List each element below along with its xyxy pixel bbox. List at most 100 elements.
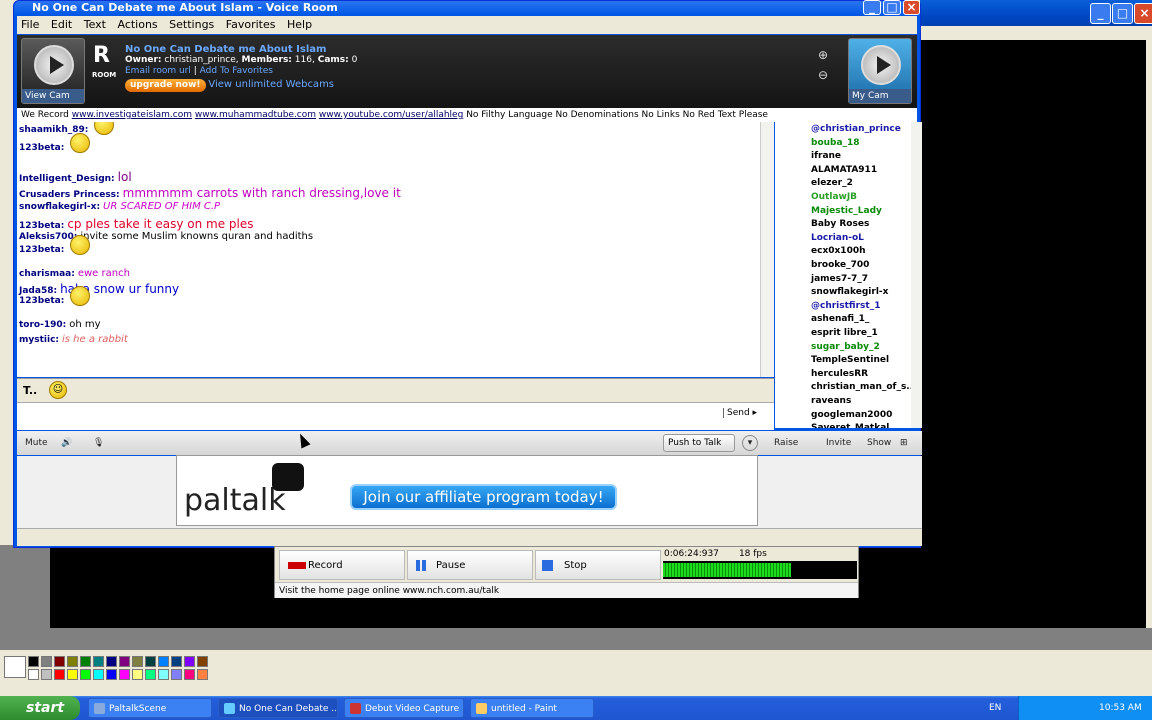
palette-swatch[interactable] bbox=[41, 656, 52, 667]
palette-swatch[interactable] bbox=[171, 669, 182, 680]
palette-swatch[interactable] bbox=[28, 656, 39, 667]
user-list-item[interactable]: @christian_prince bbox=[811, 124, 901, 134]
user-list-scrollbar[interactable] bbox=[911, 122, 922, 428]
user-list-item[interactable]: Baby Roses bbox=[811, 219, 869, 229]
close-icon[interactable]: × bbox=[903, 0, 920, 15]
chat-nick[interactable]: 123beta: bbox=[19, 143, 64, 153]
user-list-item[interactable]: ecx0x100h bbox=[811, 246, 866, 256]
microphone-icon[interactable]: 🎙 bbox=[93, 435, 104, 451]
minimize-icon[interactable]: _ bbox=[1090, 3, 1111, 24]
zoom-out-icon[interactable]: ⊖ bbox=[818, 65, 828, 85]
show-button[interactable]: Show bbox=[867, 435, 891, 451]
chevron-down-icon[interactable]: ▾ bbox=[742, 435, 758, 451]
current-color-swatch[interactable] bbox=[4, 656, 26, 678]
palette-swatch[interactable] bbox=[184, 656, 195, 667]
palette-swatch[interactable] bbox=[197, 656, 208, 667]
raise-hand-button[interactable]: Raise bbox=[774, 435, 798, 451]
send-button[interactable]: Send ▸ bbox=[723, 408, 757, 418]
task-voice-room[interactable]: No One Can Debate ... bbox=[218, 698, 338, 718]
upgrade-button[interactable]: upgrade now! bbox=[125, 79, 206, 92]
emoticon-button[interactable]: ☺ bbox=[49, 381, 67, 399]
task-paint[interactable]: untitled - Paint bbox=[470, 698, 594, 718]
user-list-item[interactable]: james7-7_7 bbox=[811, 274, 868, 284]
user-list-item[interactable]: esprit libre_1 bbox=[811, 328, 878, 338]
user-list-item[interactable]: @christfirst_1 bbox=[811, 301, 880, 311]
palette-swatch[interactable] bbox=[106, 669, 117, 680]
user-list-item[interactable]: snowflakegirl-x bbox=[811, 287, 888, 297]
stop-button[interactable]: Stop bbox=[535, 550, 661, 580]
user-list-item[interactable]: ashenafi_1_ bbox=[811, 314, 869, 324]
my-cam-button[interactable]: My Cam bbox=[848, 38, 912, 104]
palette-swatch[interactable] bbox=[158, 669, 169, 680]
palette-swatch[interactable] bbox=[132, 669, 143, 680]
palette-swatch[interactable] bbox=[80, 656, 91, 667]
palette-swatch[interactable] bbox=[145, 669, 156, 680]
paint-canvas[interactable] bbox=[920, 40, 1146, 630]
view-cam-button[interactable]: View Cam bbox=[21, 38, 85, 104]
zoom-in-icon[interactable]: ⊕ bbox=[818, 45, 828, 65]
menu-text[interactable]: Text bbox=[84, 18, 106, 31]
chat-nick[interactable]: Intelligent_Design: bbox=[19, 174, 115, 184]
chat-log[interactable]: shaamikh_89: 123beta: Intelligent_Design: l… bbox=[17, 122, 760, 377]
start-button[interactable]: start bbox=[0, 696, 80, 720]
chat-nick[interactable]: 123beta: bbox=[19, 221, 64, 231]
menu-help[interactable]: Help bbox=[287, 18, 312, 31]
user-list-item[interactable]: ALAMATA911 bbox=[811, 165, 877, 175]
palette-swatch[interactable] bbox=[80, 669, 91, 680]
chat-nick[interactable]: mystiic: bbox=[19, 335, 59, 345]
palette-swatch[interactable] bbox=[171, 656, 182, 667]
menu-edit[interactable]: Edit bbox=[51, 18, 72, 31]
palette-swatch[interactable] bbox=[119, 656, 130, 667]
chat-nick[interactable]: Crusaders Princess: bbox=[19, 190, 120, 200]
user-list-item[interactable]: Locrian-oL bbox=[811, 233, 864, 243]
palette-swatch[interactable] bbox=[132, 656, 143, 667]
email-room-link[interactable]: Email room url bbox=[125, 66, 191, 76]
announce-link[interactable]: www.investigateislam.com bbox=[72, 110, 192, 120]
palette-swatch[interactable] bbox=[93, 656, 104, 667]
push-to-talk-button[interactable]: Push to Talk bbox=[663, 434, 735, 452]
chat-nick[interactable]: 123beta: bbox=[19, 296, 64, 306]
chat-scrollbar[interactable] bbox=[760, 122, 774, 377]
task-debut[interactable]: Debut Video Capture ... bbox=[344, 698, 464, 718]
palette-swatch[interactable] bbox=[145, 656, 156, 667]
chat-nick[interactable]: 123beta: bbox=[19, 245, 64, 255]
invite-button[interactable]: Invite bbox=[826, 435, 851, 451]
palette-swatch[interactable] bbox=[158, 656, 169, 667]
menu-settings[interactable]: Settings bbox=[169, 18, 214, 31]
user-list-item[interactable]: herculesRR bbox=[811, 369, 868, 379]
user-list-item[interactable]: Majestic_Lady bbox=[811, 206, 882, 216]
chat-nick[interactable]: toro-190: bbox=[19, 320, 66, 330]
speaker-icon[interactable]: 🔊 bbox=[61, 435, 72, 451]
webcams-link[interactable]: View unlimited Webcams bbox=[208, 79, 334, 90]
palette-swatch[interactable] bbox=[54, 656, 65, 667]
palette-swatch[interactable] bbox=[54, 669, 65, 680]
user-list-item[interactable]: sugar_baby_2 bbox=[811, 342, 880, 352]
text-format-button[interactable]: T.. bbox=[23, 384, 37, 397]
user-list-item[interactable]: OutlawJB bbox=[811, 192, 857, 202]
chat-nick[interactable]: snowflakegirl-x: bbox=[19, 202, 100, 212]
user-list[interactable]: @christian_prince bouba_18 ifrane ALAMATA91… bbox=[775, 122, 911, 428]
menu-file[interactable]: File bbox=[21, 18, 39, 31]
language-indicator[interactable]: EN bbox=[989, 696, 1001, 720]
palette-swatch[interactable] bbox=[119, 669, 130, 680]
palette-swatch[interactable] bbox=[197, 669, 208, 680]
announce-link[interactable]: www.youtube.com/user/allahleg bbox=[319, 110, 463, 120]
display-options-icon[interactable]: ⊞ bbox=[900, 435, 908, 451]
user-list-item[interactable]: googleman2000 bbox=[811, 410, 892, 420]
user-list-item[interactable]: bouba_18 bbox=[811, 138, 860, 148]
mute-button[interactable]: Mute bbox=[25, 435, 48, 451]
minimize-icon[interactable]: _ bbox=[863, 0, 881, 15]
affiliate-button[interactable]: Join our affiliate program today! bbox=[350, 484, 617, 510]
chat-nick[interactable]: charismaa: bbox=[19, 269, 75, 279]
palette-swatch[interactable] bbox=[41, 669, 52, 680]
user-list-item[interactable]: christian_man_of_s... bbox=[811, 382, 911, 392]
user-list-item[interactable]: elezer_2 bbox=[811, 178, 853, 188]
palette-swatch[interactable] bbox=[93, 669, 104, 680]
message-input[interactable] bbox=[17, 402, 774, 430]
announce-link[interactable]: www.muhammadtube.com bbox=[195, 110, 316, 120]
maximize-icon[interactable]: □ bbox=[1112, 3, 1133, 24]
palette-swatch[interactable] bbox=[67, 656, 78, 667]
palette-swatch[interactable] bbox=[67, 669, 78, 680]
palette-swatch[interactable] bbox=[28, 669, 39, 680]
palette-swatch[interactable] bbox=[106, 656, 117, 667]
